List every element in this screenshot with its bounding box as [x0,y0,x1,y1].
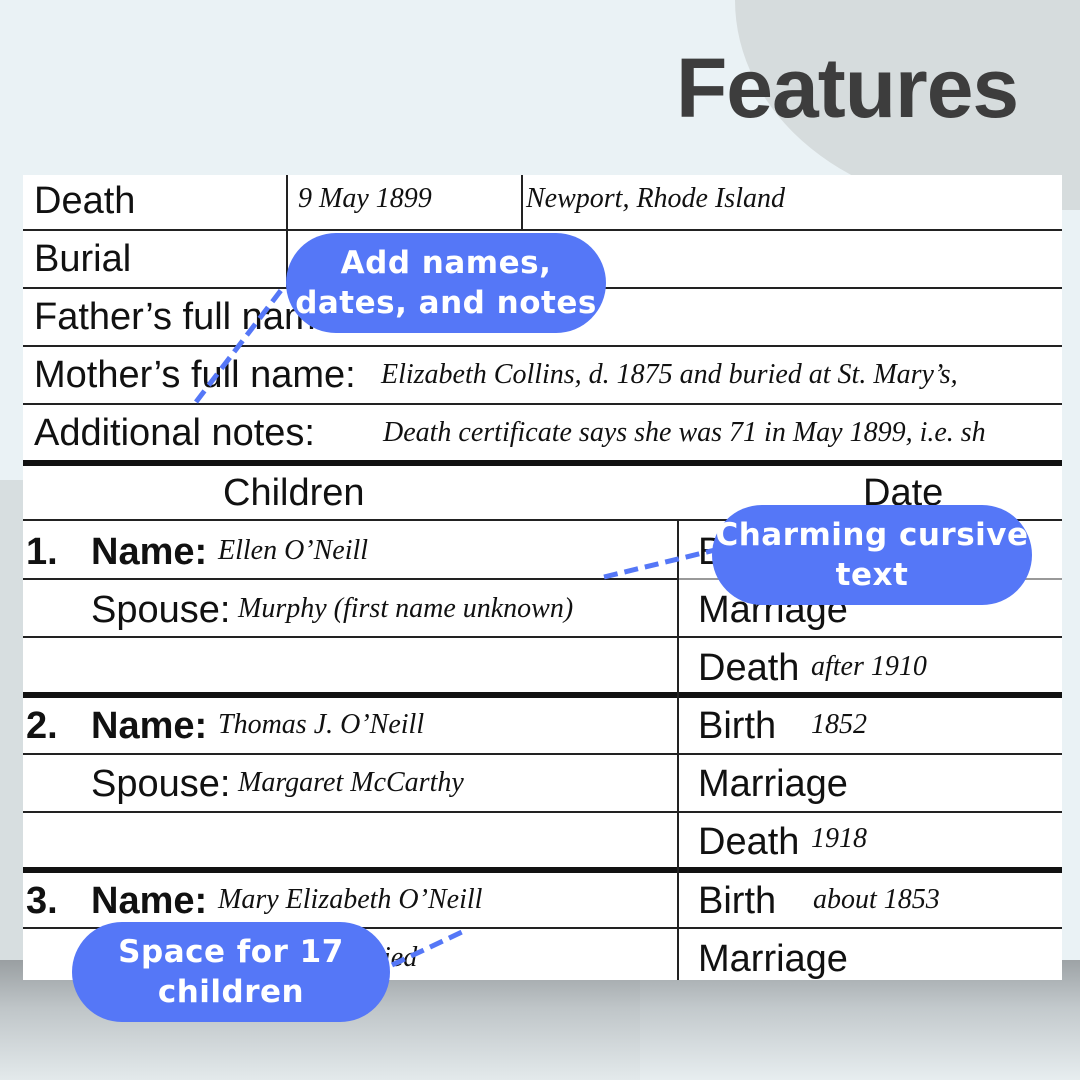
callout-space-children: Space for 17 children [72,922,390,1022]
callout-names-dates-notes: Add names, dates, and notes [286,233,606,333]
callout-connector-line [390,929,464,968]
callout-connector-line [194,283,287,404]
callout-cursive-text: Charming cursive text [712,505,1032,605]
callout-connector-line [603,547,716,580]
